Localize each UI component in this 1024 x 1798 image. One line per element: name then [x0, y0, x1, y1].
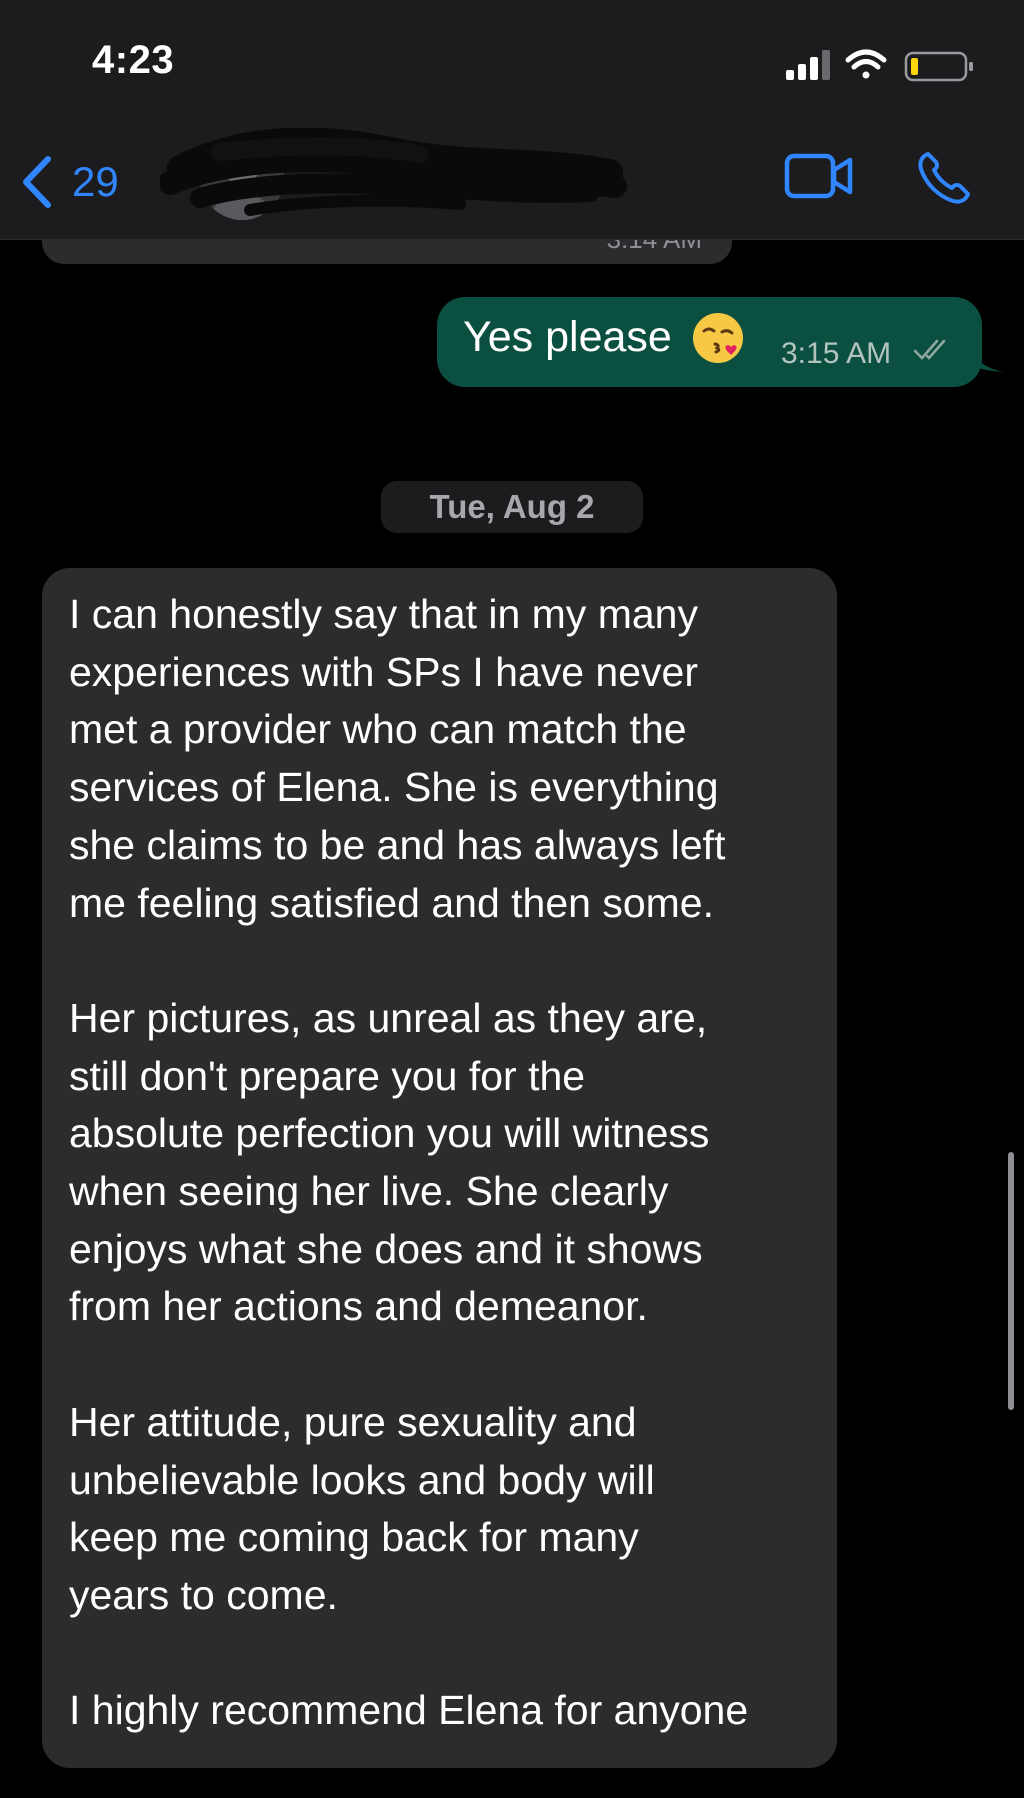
video-camera-icon[interactable]	[784, 152, 854, 200]
redaction-scribble	[160, 128, 627, 216]
date-separator: Tue, Aug 2	[381, 481, 643, 533]
incoming-message-bubble[interactable]: I can honestly say that in my many exper…	[42, 568, 837, 1768]
date-separator-label: Tue, Aug 2	[429, 488, 595, 525]
message-paragraph: I highly recommend Elena for anyone	[69, 1687, 749, 1734]
unread-count: 29	[72, 158, 119, 205]
chevron-left-icon	[23, 156, 51, 208]
phone-icon[interactable]	[916, 150, 972, 206]
contact-info[interactable]	[160, 128, 630, 228]
message-paragraph: Her attitude, pure sexuality and unbelie…	[69, 1398, 655, 1618]
message-paragraph: I can honestly say that in my many exper…	[69, 591, 726, 926]
double-check-icon	[913, 339, 946, 360]
outgoing-message-bubble[interactable]: Yes please 3:15 AM	[437, 297, 982, 387]
battery-icon	[904, 51, 973, 82]
message-time: 3:15 AM	[781, 337, 892, 370]
status-icons	[786, 49, 973, 82]
bubble-tail	[960, 330, 1004, 372]
message-body: I can honestly say that in my many exper…	[69, 586, 829, 1798]
back-button[interactable]: 29	[20, 150, 119, 214]
message-text: Yes please	[463, 313, 672, 361]
kiss-emoji-icon	[693, 313, 743, 363]
scrollbar[interactable]	[1008, 1152, 1014, 1410]
status-time: 4:23	[92, 38, 175, 82]
message-paragraph: Her pictures, as unreal as they are, sti…	[69, 994, 710, 1330]
cellular-signal-icon	[786, 50, 830, 80]
chat-header: 4:23 29	[0, 0, 1024, 240]
wifi-icon	[845, 49, 887, 79]
